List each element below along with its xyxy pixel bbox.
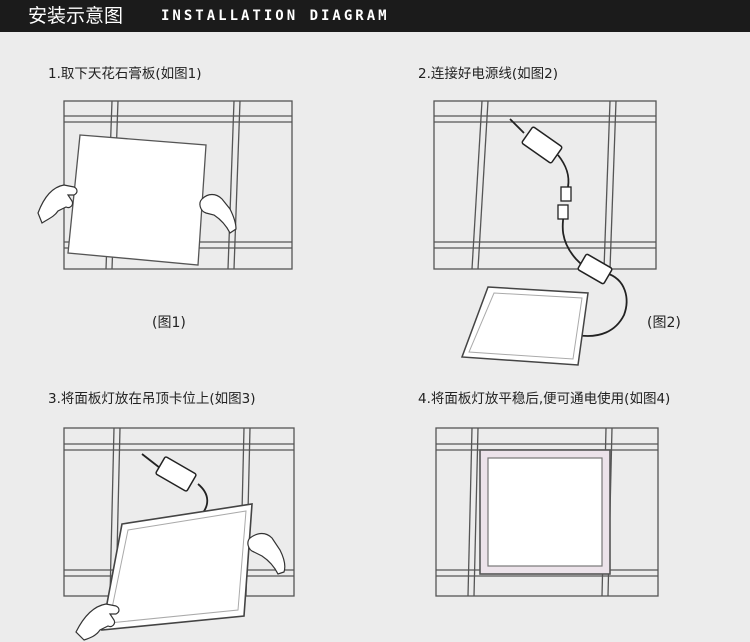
header-bar: 安装示意图 INSTALLATION DIAGRAM <box>0 0 750 32</box>
diagram-step-2 <box>433 100 657 366</box>
ceiling-frame <box>433 100 657 270</box>
figure-1-caption: (图1) <box>152 315 186 331</box>
led-driver-box <box>155 456 197 492</box>
header-title-english: INSTALLATION DIAGRAM <box>161 8 390 24</box>
hand-icon <box>75 603 120 641</box>
diagram-step-3 <box>63 427 295 641</box>
led-driver-box <box>521 126 563 164</box>
power-connector <box>560 186 572 202</box>
step-1-label: 1.取下天花石膏板(如图1) <box>48 66 202 82</box>
step-4-label: 4.将面板灯放平稳后,便可通电使用(如图4) <box>418 391 671 407</box>
led-driver-box <box>577 253 613 285</box>
hand-icon <box>247 532 286 575</box>
ceiling-board <box>67 134 207 266</box>
power-connector <box>557 204 569 220</box>
header-title-chinese: 安装示意图 <box>28 5 124 27</box>
diagram-step-4 <box>435 427 659 597</box>
diagram-step-1 <box>37 100 293 270</box>
step-2-label: 2.连接好电源线(如图2) <box>418 66 559 82</box>
step-3-label: 3.将面板灯放在吊顶卡位上(如图3) <box>48 391 256 407</box>
